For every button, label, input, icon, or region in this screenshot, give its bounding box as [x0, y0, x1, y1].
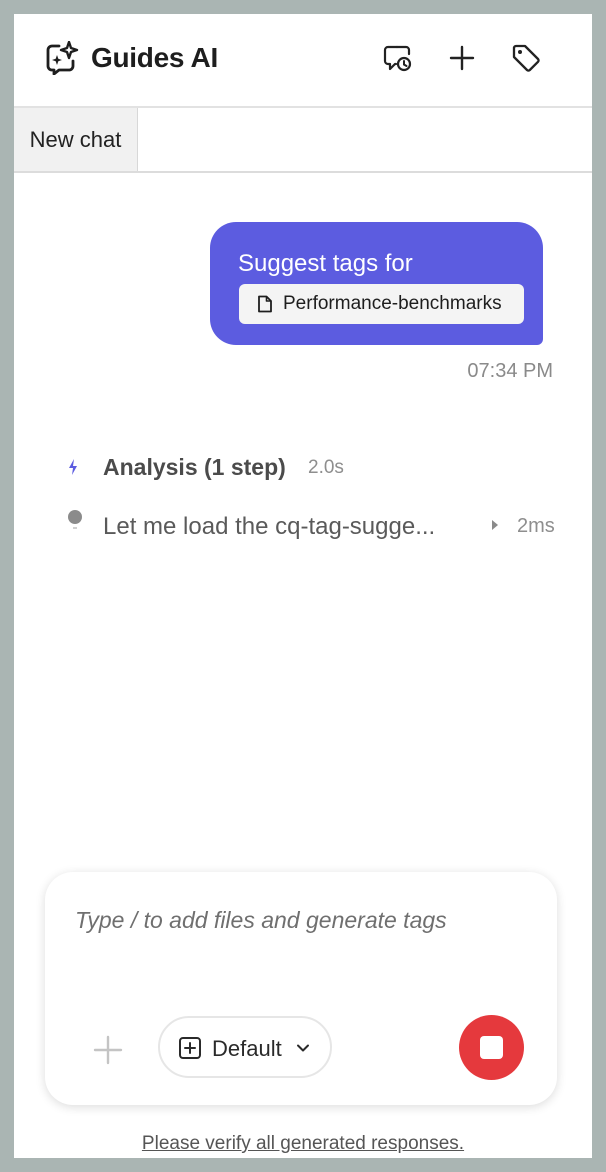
step-connector	[73, 527, 77, 529]
sparkle-chat-icon	[46, 41, 79, 75]
app-title: Guides AI	[91, 42, 218, 73]
composer: Default	[45, 872, 557, 1105]
mode-dropdown[interactable]: Default	[158, 1016, 332, 1078]
plus-square-icon	[179, 1037, 201, 1059]
attachment-name: Performance-benchmarks	[283, 293, 502, 314]
message-timestamp: 07:34 PM	[467, 360, 553, 382]
analysis-title[interactable]: Analysis (1 step)	[103, 454, 286, 481]
stop-generation-button[interactable]	[459, 1015, 524, 1080]
assistant-panel: Guides AI New chat Suggest tags for Perf…	[14, 14, 592, 1158]
add-attachment-icon[interactable]	[92, 1034, 124, 1066]
new-chat-button[interactable]	[446, 42, 478, 74]
lightning-icon	[69, 459, 77, 475]
file-icon	[258, 295, 272, 313]
chevron-down-icon	[297, 1044, 309, 1052]
tab-new-chat[interactable]: New chat	[14, 108, 138, 171]
tab-bar: New chat	[14, 108, 592, 173]
user-message-text: Suggest tags for	[238, 250, 413, 277]
step-duration: 2ms	[517, 515, 555, 537]
analysis-step-text[interactable]: Let me load the cq-tag-sugge...	[103, 513, 473, 541]
mode-label: Default	[212, 1036, 282, 1061]
user-message-bubble: Suggest tags for Performance-benchmarks	[210, 222, 543, 345]
tag-icon	[512, 44, 540, 72]
verify-responses-link[interactable]: Please verify all generated responses.	[14, 1133, 592, 1155]
tags-button[interactable]	[510, 42, 542, 74]
expand-step-icon[interactable]	[492, 520, 498, 530]
chat-history-icon	[383, 45, 412, 72]
attachment-chip[interactable]: Performance-benchmarks	[239, 284, 524, 324]
analysis-duration: 2.0s	[308, 457, 344, 478]
stop-icon	[480, 1036, 503, 1059]
chat-history-button[interactable]	[382, 42, 414, 74]
plus-icon	[449, 45, 475, 71]
prompt-input[interactable]	[75, 900, 535, 940]
header: Guides AI	[14, 14, 592, 108]
step-status-dot	[68, 510, 82, 524]
